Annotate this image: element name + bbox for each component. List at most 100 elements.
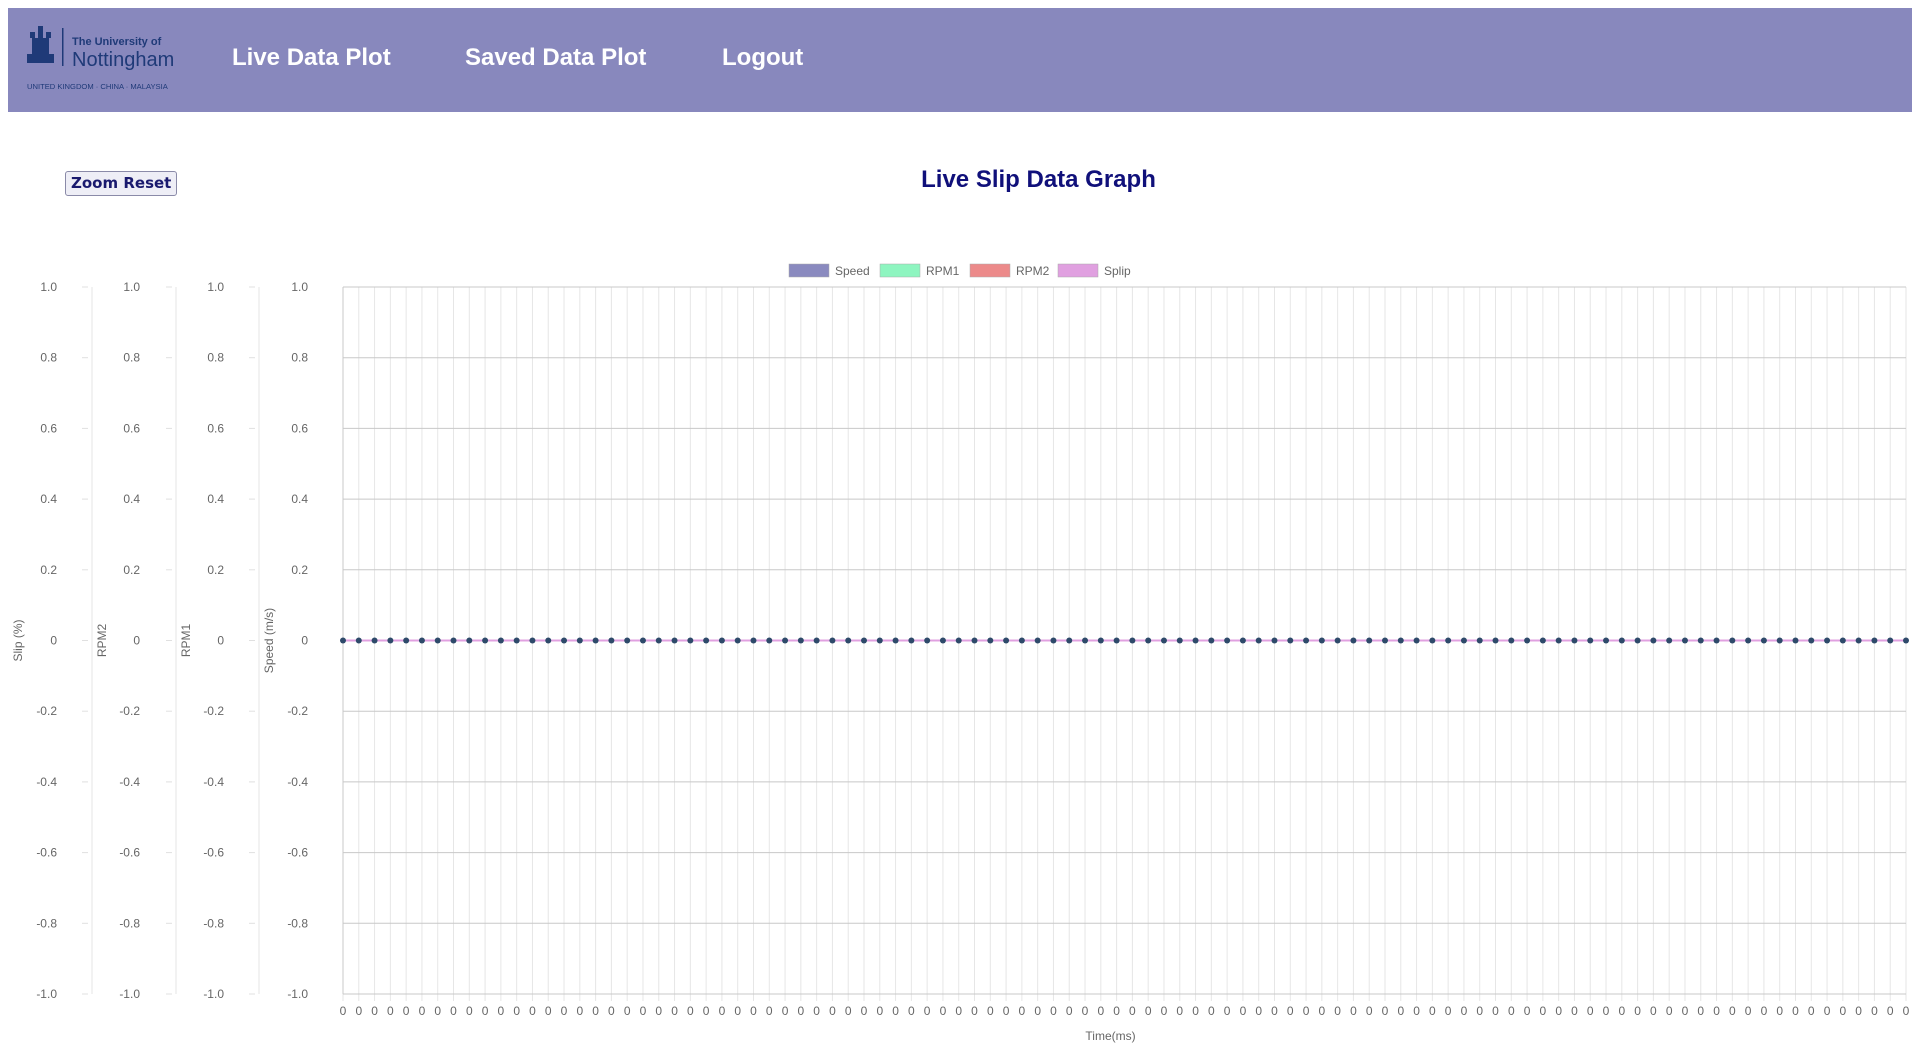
data-point[interactable] [466, 637, 473, 644]
data-point[interactable] [545, 637, 552, 644]
data-point[interactable] [1413, 637, 1420, 644]
data-point[interactable] [924, 637, 931, 644]
data-point[interactable] [1303, 637, 1310, 644]
data-point[interactable] [403, 637, 410, 644]
data-point[interactable] [1003, 637, 1010, 644]
data-point[interactable] [1492, 637, 1499, 644]
data-point[interactable] [1587, 637, 1594, 644]
legend-swatch[interactable] [1057, 263, 1099, 278]
data-point[interactable] [1603, 637, 1610, 644]
data-point[interactable] [624, 637, 631, 644]
data-point[interactable] [1855, 637, 1862, 644]
data-point[interactable] [576, 637, 583, 644]
data-point[interactable] [766, 637, 773, 644]
data-point[interactable] [1681, 637, 1688, 644]
data-point[interactable] [1160, 637, 1167, 644]
data-point[interactable] [639, 637, 646, 644]
data-point[interactable] [1571, 637, 1578, 644]
data-point[interactable] [703, 637, 710, 644]
data-point[interactable] [1508, 637, 1515, 644]
data-point[interactable] [1382, 637, 1388, 644]
data-point[interactable] [1287, 637, 1294, 644]
data-point[interactable] [1192, 637, 1199, 644]
data-point[interactable] [1129, 637, 1136, 644]
data-point[interactable] [497, 637, 504, 644]
legend-swatch[interactable] [788, 263, 830, 278]
data-point[interactable] [987, 637, 994, 644]
data-point[interactable] [1034, 637, 1041, 644]
data-point[interactable] [1429, 637, 1436, 644]
data-point[interactable] [371, 637, 378, 644]
data-point[interactable] [939, 637, 946, 644]
data-point[interactable] [1066, 637, 1073, 644]
data-point[interactable] [1145, 637, 1152, 644]
data-point[interactable] [955, 637, 962, 644]
data-point[interactable] [876, 637, 883, 644]
data-point[interactable] [1208, 637, 1215, 644]
data-point[interactable] [1113, 637, 1120, 644]
data-point[interactable] [1082, 637, 1089, 644]
data-point[interactable] [482, 637, 489, 644]
data-point[interactable] [1350, 637, 1357, 644]
chart-area[interactable]: 1.0 1.0 1.0 1.0 0.8 0.8 0.8 0.8 0.6 0.6 0.6 0.6 0.4 0… [0, 0, 1920, 1048]
data-point[interactable] [971, 637, 978, 644]
legend-label[interactable]: RPM2 [1016, 264, 1050, 278]
data-point[interactable] [1397, 637, 1404, 644]
data-point[interactable] [1618, 637, 1625, 644]
data-point[interactable] [592, 637, 599, 644]
legend-label[interactable]: Splip [1104, 264, 1131, 278]
data-point[interactable] [513, 637, 520, 644]
legend-label[interactable]: Speed [835, 264, 870, 278]
data-point[interactable] [861, 637, 867, 644]
data-point[interactable] [782, 637, 789, 644]
data-point[interactable] [813, 637, 820, 644]
data-point[interactable] [1839, 637, 1846, 644]
data-point[interactable] [1224, 637, 1231, 644]
data-point[interactable] [1334, 637, 1341, 644]
data-point[interactable] [1792, 637, 1799, 644]
data-point[interactable] [387, 637, 394, 644]
data-point[interactable] [734, 637, 741, 644]
data-point[interactable] [1745, 637, 1752, 644]
data-point[interactable] [1555, 637, 1562, 644]
data-point[interactable] [1760, 637, 1767, 644]
data-point[interactable] [718, 637, 725, 644]
data-point[interactable] [1318, 637, 1325, 644]
data-point[interactable] [450, 637, 457, 644]
data-point[interactable] [355, 637, 362, 644]
data-point[interactable] [655, 637, 662, 644]
data-point[interactable] [1366, 637, 1373, 644]
data-point[interactable] [1476, 637, 1483, 644]
data-point[interactable] [1239, 637, 1246, 644]
data-point[interactable] [1634, 637, 1641, 644]
data-point[interactable] [671, 637, 678, 644]
data-point[interactable] [1887, 637, 1894, 644]
data-point[interactable] [1271, 637, 1278, 644]
data-point[interactable] [1097, 637, 1104, 644]
legend-label[interactable]: RPM1 [926, 264, 960, 278]
data-point[interactable] [797, 637, 804, 644]
data-point[interactable] [687, 637, 694, 644]
data-point[interactable] [1018, 637, 1025, 644]
data-point[interactable] [1050, 637, 1057, 644]
data-point[interactable] [1824, 637, 1831, 644]
data-point[interactable] [434, 637, 441, 644]
legend-swatch[interactable] [879, 263, 921, 278]
data-point[interactable] [1650, 637, 1657, 644]
data-point[interactable] [1176, 637, 1183, 644]
data-point[interactable] [908, 637, 915, 644]
data-point[interactable] [1713, 637, 1720, 644]
data-point[interactable] [529, 637, 536, 644]
data-point[interactable] [340, 637, 346, 644]
data-point[interactable] [750, 637, 757, 644]
data-point[interactable] [1871, 637, 1878, 644]
data-point[interactable] [1776, 637, 1783, 644]
data-point[interactable] [1808, 637, 1815, 644]
data-point[interactable] [1445, 637, 1452, 644]
data-point[interactable] [1524, 637, 1531, 644]
data-point[interactable] [1666, 637, 1673, 644]
legend-swatch[interactable] [969, 263, 1011, 278]
data-point[interactable] [892, 637, 899, 644]
data-point[interactable] [1729, 637, 1736, 644]
data-point[interactable] [845, 637, 852, 644]
